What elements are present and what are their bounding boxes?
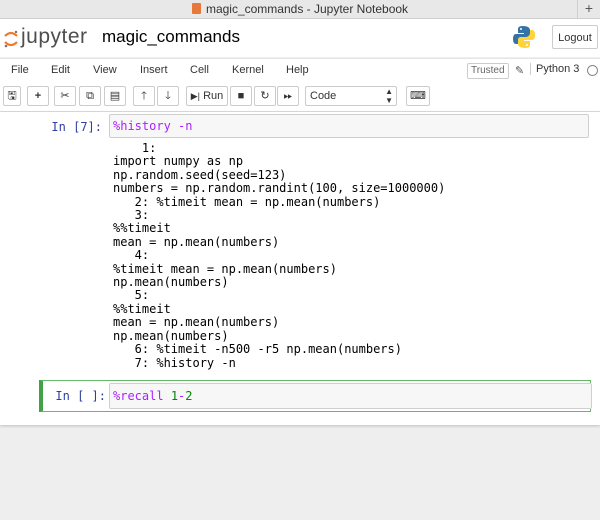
range-start: 1 — [170, 389, 179, 403]
menu-help[interactable]: Help — [286, 64, 309, 76]
window-titlebar: magic_commands - Jupyter Notebook + — [0, 0, 600, 19]
code-input[interactable]: %recall 1-2 — [109, 383, 592, 409]
cell-type-value: Code — [310, 90, 337, 102]
magic-args: -n — [178, 119, 193, 133]
new-tab-button[interactable]: + — [577, 0, 600, 18]
python-logo-icon — [513, 26, 535, 48]
code-line: %history -n — [113, 119, 192, 133]
stop-icon: ■ — [237, 90, 245, 102]
command-palette-button[interactable]: ⌨ — [406, 86, 430, 106]
menu-cell[interactable]: Cell — [190, 64, 209, 76]
menu-file[interactable]: File — [11, 64, 29, 76]
cell-type-select[interactable]: Code ▲ ▼ — [305, 86, 397, 106]
toolbar: 🖫 + ✂ ⧉ ▤ 🡑 🡓 ▶| Run ■ ↻ ⏩︎ Code ▲ ▼ ⌨ — [0, 83, 600, 112]
header: jupyter magic_commands Logout — [0, 19, 600, 57]
run-label: Run — [203, 90, 224, 102]
magic-command: %recall — [113, 389, 164, 403]
step-forward-icon: ▶| — [190, 91, 200, 101]
arrow-down-icon: 🡓 — [165, 90, 171, 102]
copy-button[interactable]: ⧉ — [79, 86, 101, 106]
keyboard-icon: ⌨ — [410, 90, 426, 102]
code-input[interactable]: %history -n — [109, 114, 589, 138]
jupyter-logo[interactable]: jupyter — [3, 25, 88, 51]
window-title: magic_commands - Jupyter Notebook — [205, 2, 409, 16]
cut-button[interactable]: ✂ — [54, 86, 76, 106]
selected-cell[interactable]: In [ ]: %recall 1-2 — [39, 380, 592, 412]
restart-run-all-button[interactable]: ⏩︎ — [277, 86, 299, 106]
insert-cell-button[interactable]: + — [27, 86, 49, 106]
interrupt-button[interactable]: ■ — [230, 86, 252, 106]
logout-button[interactable]: Logout — [552, 25, 598, 49]
pencil-icon[interactable]: ✎ — [515, 64, 524, 77]
cell-prompt: In [7]: — [51, 120, 102, 134]
notebook-name[interactable]: magic_commands — [102, 27, 240, 47]
cell-prompt: In [ ]: — [55, 389, 106, 403]
cell-output: 1: import numpy as np np.random.seed(see… — [113, 141, 446, 370]
save-button[interactable]: 🖫 — [3, 86, 21, 106]
menu-kernel[interactable]: Kernel — [232, 64, 264, 76]
jupyter-logo-icon — [4, 30, 18, 48]
kernel-status-icon — [587, 65, 598, 76]
copy-icon: ⧉ — [86, 90, 94, 102]
menu-edit[interactable]: Edit — [51, 64, 70, 76]
menu-insert[interactable]: Insert — [140, 64, 168, 76]
restart-button[interactable]: ↻ — [254, 86, 276, 106]
paste-button[interactable]: ▤ — [104, 86, 126, 106]
fast-forward-icon: ⏩︎ — [283, 90, 293, 102]
arrow-up-icon: 🡑 — [141, 90, 147, 102]
logo-text: jupyter — [21, 25, 88, 48]
paste-icon: ▤ — [109, 90, 121, 102]
run-button[interactable]: ▶| Run — [186, 86, 228, 106]
menubar: File Edit View Insert Cell Kernel Help T… — [0, 58, 600, 84]
scissors-icon: ✂ — [60, 90, 70, 102]
move-down-button[interactable]: 🡓 — [157, 86, 179, 106]
notebook-container: In [7]: %history -n 1: import numpy as n… — [0, 112, 600, 425]
plus-icon: + — [34, 90, 42, 102]
select-arrows-icon: ▲ ▼ — [385, 87, 393, 105]
kernel-name: Python 3 — [530, 63, 579, 75]
range-end: 2 — [185, 389, 193, 403]
refresh-icon: ↻ — [260, 90, 270, 102]
code-line: %recall 1-2 — [113, 389, 193, 403]
menu-view[interactable]: View — [93, 64, 117, 76]
move-up-button[interactable]: 🡑 — [133, 86, 155, 106]
magic-command: %history — [113, 119, 171, 133]
trusted-badge[interactable]: Trusted — [467, 63, 509, 79]
document-icon — [191, 3, 201, 14]
save-icon: 🖫 — [7, 90, 17, 102]
